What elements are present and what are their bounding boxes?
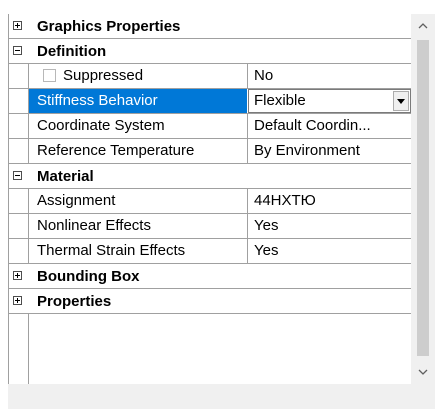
property-name: Stiffness Behavior [37,92,158,109]
expand-icon[interactable] [13,271,22,280]
column-divider [247,189,248,213]
property-row-stiffness-behavior[interactable]: Stiffness Behavior Flexible [9,89,411,114]
category-properties[interactable]: Properties [9,289,411,314]
property-value[interactable]: Yes [254,239,406,263]
property-name: Coordinate System [37,117,165,134]
category-label: Definition [37,43,107,60]
selected-property-name[interactable]: Stiffness Behavior [29,89,247,113]
property-row-nonlinear-effects[interactable]: Nonlinear Effects Yes [9,214,411,239]
property-row-coordinate-system[interactable]: Coordinate System Default Coordin... [9,114,411,139]
property-name: Reference Temperature [37,142,195,159]
collapse-icon[interactable] [13,171,22,180]
property-value[interactable]: No [254,64,406,88]
property-name: Thermal Strain Effects [37,242,186,259]
category-graphics-properties[interactable]: Graphics Properties [9,14,411,39]
column-divider [247,214,248,238]
status-bar [8,384,435,409]
property-row-reference-temperature[interactable]: Reference Temperature By Environment [9,139,411,164]
suppressed-checkbox[interactable] [43,69,56,82]
property-row-suppressed[interactable]: Suppressed No [9,64,411,89]
chevron-up-icon[interactable] [411,14,435,38]
category-material[interactable]: Material [9,164,411,189]
category-label: Properties [37,293,112,310]
details-panel: Graphics Properties Definition Suppresse… [8,14,435,384]
expand-icon[interactable] [13,21,22,30]
category-label: Bounding Box [37,268,140,285]
property-value[interactable]: By Environment [254,139,406,163]
column-divider [247,239,248,263]
column-divider [247,64,248,88]
category-bounding-box[interactable]: Bounding Box [9,264,411,289]
dropdown-arrow-icon[interactable] [393,91,409,111]
vertical-scrollbar[interactable] [411,14,435,384]
column-divider [247,139,248,163]
dropdown-value: Flexible [254,92,306,109]
property-name: Nonlinear Effects [37,217,151,234]
column-divider [247,114,248,138]
property-name: Assignment [37,192,116,209]
scrollbar-thumb[interactable] [417,40,429,356]
category-label: Graphics Properties [37,18,181,35]
property-row-thermal-strain-effects[interactable]: Thermal Strain Effects Yes [9,239,411,264]
property-name: Suppressed [63,67,144,84]
category-definition[interactable]: Definition [9,39,411,64]
collapse-icon[interactable] [13,46,22,55]
property-value[interactable]: 44НХТЮ [254,189,406,213]
category-label: Material [37,168,94,185]
chevron-down-icon[interactable] [411,360,435,384]
property-grid: Graphics Properties Definition Suppresse… [8,14,411,384]
property-value[interactable]: Yes [254,214,406,238]
stiffness-behavior-dropdown[interactable]: Flexible [248,89,411,113]
property-row-assignment[interactable]: Assignment 44НХТЮ [9,189,411,214]
property-value[interactable]: Default Coordin... [254,114,406,138]
expand-icon[interactable] [13,296,22,305]
